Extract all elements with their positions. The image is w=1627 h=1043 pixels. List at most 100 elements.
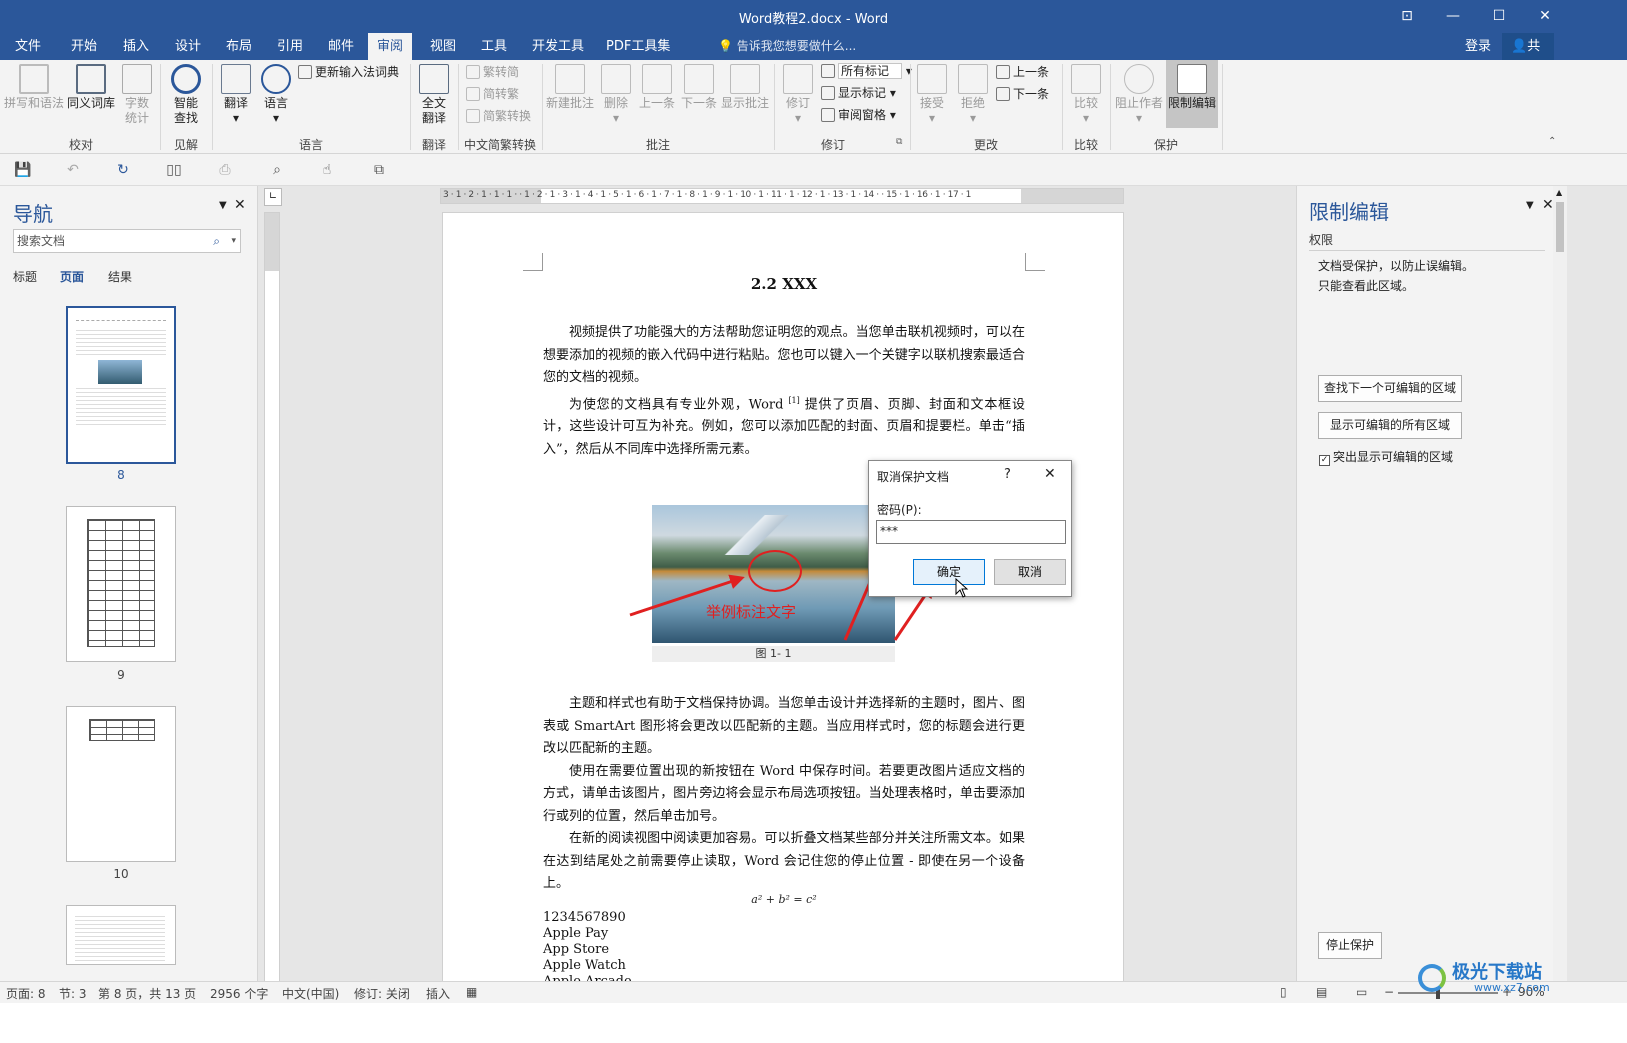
help-icon[interactable]: ? (1004, 467, 1011, 482)
tab-references[interactable]: 引用 (268, 33, 312, 60)
print-preview-icon[interactable]: ⌕ (268, 162, 286, 178)
document-page[interactable]: 2.2 XXX 视频提供了功能强大的方法帮助您证明您的观点。当您单击联机视频时，… (442, 212, 1124, 1003)
page-thumbnail[interactable] (66, 905, 176, 965)
chevron-down-icon[interactable]: ▾ (231, 230, 236, 252)
show-comments-button[interactable]: 显示批注 (720, 64, 770, 111)
scroll-up-icon[interactable]: ▲ (1556, 188, 1562, 197)
dialog-close-icon[interactable]: ✕ (1044, 466, 1056, 482)
chinese-convert-button[interactable]: 简繁转换 (466, 107, 531, 125)
cancel-button[interactable]: 取消 (994, 559, 1066, 585)
horizontal-ruler[interactable]: 3 · 1 · 2 · 1 · 1 · 1 · · 1 · 2 · 1 · 3 … (440, 188, 1124, 204)
tab-design[interactable]: 设计 (166, 33, 210, 60)
track-changes-button[interactable]: 修订 ▾ (780, 64, 816, 126)
zoom-in-icon[interactable]: + (1502, 985, 1512, 999)
nav-options-icon[interactable]: ▼ (219, 200, 227, 211)
stop-protection-button[interactable]: 停止保护 (1318, 932, 1382, 959)
pane-close-icon[interactable]: ✕ (1542, 197, 1554, 213)
collapse-ribbon-icon[interactable]: ⌃ (1548, 136, 1556, 147)
macro-record-icon[interactable]: ▦ (466, 985, 477, 999)
web-layout-view-icon[interactable]: ▭ (1356, 985, 1367, 999)
traditional-to-simplified-button[interactable]: 繁转简 (466, 63, 519, 81)
tracking-dialog-launcher-icon[interactable]: ⧉ (896, 137, 902, 147)
tab-developer[interactable]: 开发工具 (523, 33, 593, 60)
previous-change-button[interactable]: 上一条 (996, 63, 1049, 81)
scroll-thumb[interactable] (1556, 202, 1564, 252)
read-mode-view-icon[interactable]: ▯ (1280, 985, 1287, 999)
password-input[interactable]: *** (876, 520, 1066, 544)
status-word-count[interactable]: 2956 个字 (210, 985, 268, 1002)
zoom-out-icon[interactable]: − (1384, 985, 1394, 999)
page-thumbnail[interactable] (66, 706, 176, 862)
share-button[interactable]: 👤共享 (1502, 33, 1554, 81)
status-track-changes[interactable]: 修订: 关闭 (354, 985, 410, 1002)
highlight-editable-checkbox[interactable]: ✓ 突出显示可编辑的区域 (1319, 448, 1453, 466)
search-icon[interactable]: ⌕ (213, 230, 220, 252)
status-page-of[interactable]: 第 8 页，共 13 页 (98, 985, 196, 1002)
tell-me-search[interactable]: 💡 告诉我您想要做什么... (718, 33, 856, 60)
zoom-slider[interactable] (1398, 987, 1498, 999)
translate-button[interactable]: 翻译 ▾ (216, 64, 256, 126)
language-button[interactable]: 语言 ▾ (258, 64, 294, 126)
spelling-grammar-button[interactable]: 拼写和语法 (4, 64, 64, 111)
show-all-editable-button[interactable]: 显示可编辑的所有区域 (1318, 412, 1462, 439)
update-ime-dictionary-button[interactable]: 更新输入法词典 (298, 63, 399, 81)
tab-file[interactable]: 文件 (6, 33, 50, 60)
vertical-scrollbar[interactable]: ▲ (1553, 186, 1567, 981)
maximize-button[interactable]: ☐ (1476, 0, 1522, 33)
footnote-reference[interactable]: [1] (788, 396, 799, 405)
tab-insert[interactable]: 插入 (114, 33, 158, 60)
print-icon[interactable]: ⎙ (216, 162, 234, 178)
zoom-level[interactable]: 90% (1518, 985, 1545, 999)
status-page[interactable]: 页面: 8 (6, 985, 46, 1002)
document-image[interactable]: 举例标注文字 (652, 505, 895, 643)
smart-lookup-button[interactable]: 智能 查找 (164, 64, 208, 126)
thesaurus-button[interactable]: 同义词库 (66, 64, 116, 111)
status-section[interactable]: 节: 3 (59, 985, 87, 1002)
ribbon-display-options-icon[interactable]: ⊡ (1384, 0, 1430, 33)
tab-home[interactable]: 开始 (62, 33, 106, 60)
login-link[interactable]: 登录 (1456, 33, 1500, 60)
read-mode-icon[interactable]: ▯▯ (165, 162, 183, 178)
pane-options-icon[interactable]: ▼ (1526, 200, 1534, 211)
block-authors-button[interactable]: 阻止作者 ▾ (1114, 64, 1164, 126)
minimize-button[interactable]: — (1430, 0, 1476, 33)
touch-mode-icon[interactable]: ☝ (318, 162, 336, 178)
compare-button[interactable]: 比较 ▾ (1068, 64, 1104, 126)
restrict-editing-button[interactable]: 限制编辑 (1166, 60, 1218, 128)
markup-display-dropdown[interactable]: 所有标记 ▾ (821, 62, 912, 80)
tab-pdf-tools[interactable]: PDF工具集 (597, 33, 679, 60)
page-thumbnail[interactable] (66, 306, 176, 464)
accept-button[interactable]: 接受 ▾ (914, 64, 950, 126)
save-icon[interactable]: 💾 (14, 162, 32, 178)
ok-button[interactable]: 确定 (913, 559, 985, 585)
simplified-to-traditional-button[interactable]: 简转繁 (466, 85, 519, 103)
page-thumbnail[interactable] (66, 506, 176, 662)
vertical-ruler[interactable] (264, 212, 280, 982)
search-document-input[interactable]: 搜索文档 ⌕ ▾ (13, 229, 241, 253)
full-translate-button[interactable]: 全文 翻译 (414, 64, 454, 126)
undo-icon[interactable]: ↶ (64, 162, 82, 178)
word-count-button[interactable]: 字数 统计 (118, 64, 156, 126)
status-insert-mode[interactable]: 插入 (426, 985, 450, 1002)
nav-tab-pages[interactable]: 页面 (60, 268, 84, 285)
tab-tools[interactable]: 工具 (472, 33, 516, 60)
nav-tab-results[interactable]: 结果 (108, 268, 132, 285)
redo-icon[interactable]: ↻ (114, 162, 132, 178)
zoom-slider-thumb[interactable] (1436, 987, 1440, 999)
customize-icon[interactable]: ⧉ (370, 162, 388, 178)
tab-review[interactable]: 审阅 (368, 33, 413, 60)
nav-tab-headings[interactable]: 标题 (13, 268, 37, 285)
close-button[interactable]: ✕ (1522, 0, 1568, 33)
reviewing-pane-button[interactable]: 审阅窗格 ▾ (821, 106, 896, 124)
show-markup-button[interactable]: 显示标记 ▾ (821, 84, 896, 102)
tab-view[interactable]: 视图 (421, 33, 465, 60)
previous-comment-button[interactable]: 上一条 (637, 64, 677, 111)
nav-close-icon[interactable]: ✕ (234, 197, 246, 213)
print-layout-view-icon[interactable]: ▤ (1316, 985, 1327, 999)
status-language[interactable]: 中文(中国) (282, 985, 339, 1002)
tab-mailings[interactable]: 邮件 (319, 33, 363, 60)
reject-button[interactable]: 拒绝 ▾ (955, 64, 991, 126)
delete-comment-button[interactable]: 删除 ▾ (598, 64, 634, 126)
next-change-button[interactable]: 下一条 (996, 85, 1049, 103)
ruler-tab-selector[interactable]: ∟ (264, 188, 282, 206)
